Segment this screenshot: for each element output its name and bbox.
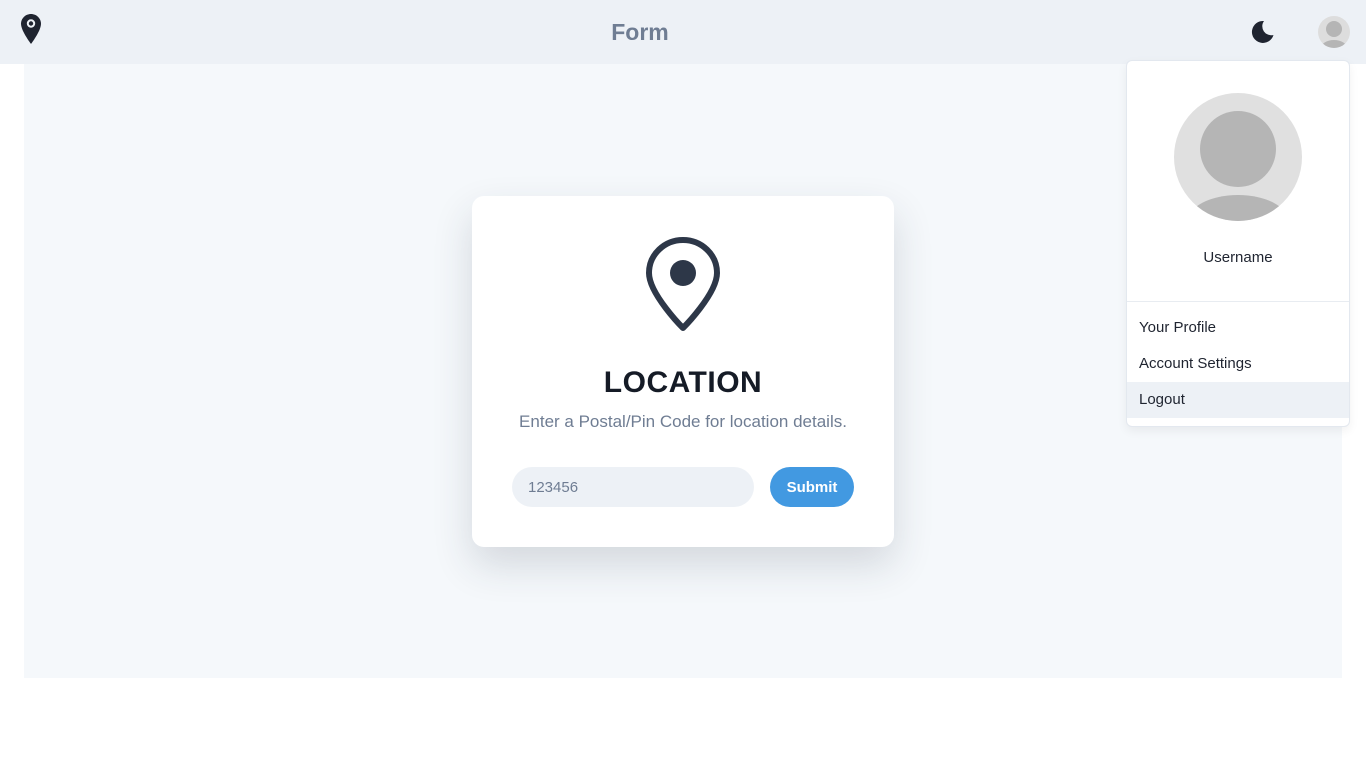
page-title: Form (611, 19, 669, 45)
moon-icon[interactable] (1249, 19, 1275, 45)
map-pin-icon[interactable] (20, 13, 42, 45)
map-pin-icon (646, 237, 720, 331)
user-avatar-icon (1188, 111, 1288, 221)
pin-code-input[interactable] (512, 467, 754, 507)
card-subtitle: Enter a Postal/Pin Code for location det… (519, 412, 847, 431)
user-dropdown-menu: Username Your Profile Account Settings L… (1126, 60, 1350, 427)
menu-item-your-profile[interactable]: Your Profile (1127, 310, 1349, 346)
menu-item-account-settings[interactable]: Account Settings (1127, 346, 1349, 382)
submit-button[interactable]: Submit (770, 467, 854, 507)
divider (1127, 301, 1349, 302)
user-avatar-icon (1321, 21, 1347, 48)
location-form-card: LOCATION Enter a Postal/Pin Code for loc… (472, 196, 894, 547)
card-title: LOCATION (603, 366, 763, 399)
user-avatar-button[interactable] (1318, 16, 1350, 48)
top-navbar: Form (0, 0, 1366, 64)
menu-item-logout[interactable]: Logout (1127, 382, 1349, 418)
profile-avatar (1174, 93, 1302, 221)
username-label: Username (1203, 249, 1273, 266)
